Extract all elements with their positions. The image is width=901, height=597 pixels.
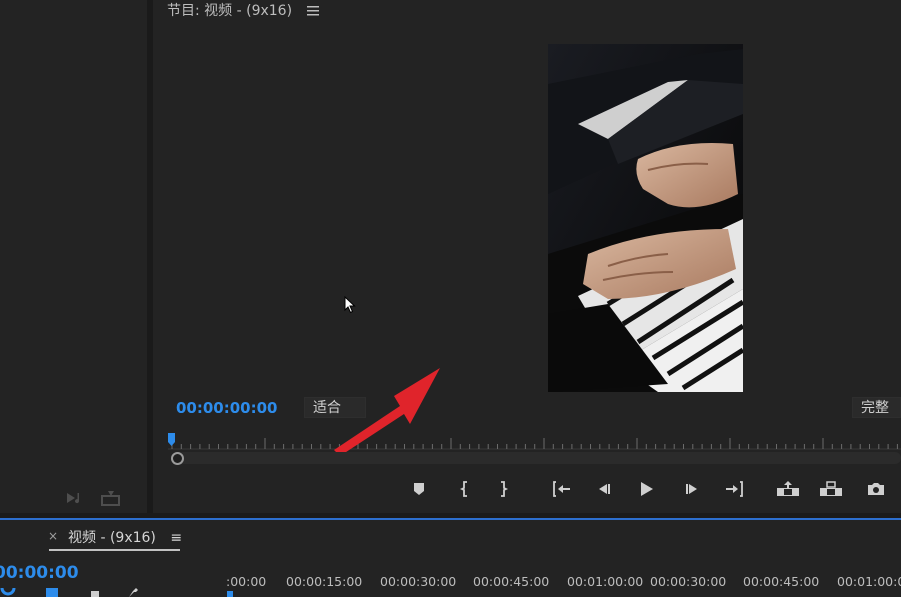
zoom-scroll-handle[interactable] — [171, 452, 184, 465]
tick-label: 00:00:45:00 — [743, 574, 820, 589]
mark-out-button[interactable] — [492, 478, 516, 500]
tick-label: 00:01:00:0 — [837, 574, 901, 589]
overwrite-icon[interactable] — [100, 490, 122, 506]
zoom-scroll-bar[interactable] — [172, 452, 901, 464]
camera-icon — [868, 483, 884, 495]
wrench-icon[interactable] — [125, 588, 139, 597]
extract-button[interactable] — [819, 478, 843, 500]
red-arrow-annotation-icon — [334, 368, 440, 452]
timeline-menu-icon[interactable]: ≡ — [170, 530, 182, 546]
go-to-out-button[interactable] — [722, 478, 746, 500]
mark-in-button[interactable] — [452, 478, 476, 500]
piano-video-frame — [548, 44, 743, 392]
step-back-icon — [599, 484, 610, 494]
tick-label: 00:01:00:00 — [567, 574, 644, 589]
project-panel — [0, 0, 147, 513]
playback-resolution-dropdown[interactable]: 完整 — [852, 397, 901, 418]
play-button[interactable] — [634, 478, 658, 500]
export-frame-button[interactable] — [864, 478, 888, 500]
linked-selection-icon[interactable] — [44, 588, 60, 597]
tick-label: 00:00:30:00 — [380, 574, 457, 589]
timeline-playhead[interactable] — [226, 588, 234, 597]
step-back-button[interactable] — [592, 478, 616, 500]
tick-label: 00:00:15:00 — [286, 574, 363, 589]
video-preview — [548, 44, 743, 392]
timeline-close-button[interactable]: × — [48, 529, 58, 543]
tick-label: 00:00:45:00 — [473, 574, 550, 589]
timeline-tab-label[interactable]: 视频 - (9x16) — [68, 530, 156, 546]
hamburger-menu-icon[interactable] — [307, 5, 319, 17]
lift-icon — [777, 481, 799, 496]
lift-button[interactable] — [776, 478, 800, 500]
add-marker-timeline-icon[interactable] — [89, 588, 101, 597]
step-forward-button[interactable] — [680, 478, 704, 500]
time-ruler[interactable] — [168, 432, 901, 450]
go-to-in-button[interactable] — [550, 478, 574, 500]
go-to-out-icon — [726, 481, 743, 497]
snap-icon[interactable] — [0, 588, 16, 597]
mouse-cursor-icon — [344, 296, 356, 314]
add-marker-button[interactable] — [407, 478, 431, 500]
marker-icon — [414, 483, 424, 495]
mark-in-icon — [459, 481, 467, 497]
timeline-tab-underline — [49, 549, 180, 551]
playhead-marker[interactable] — [168, 433, 175, 446]
tick-label: :00:00 — [226, 574, 267, 589]
monitor-title[interactable]: 节目: 视频 - (9x16) — [167, 0, 292, 22]
monitor-timecode[interactable]: 00:00:00:00 — [176, 399, 278, 417]
timeline-timecode[interactable]: 00:00:00 — [0, 563, 79, 583]
audio-insert-icon[interactable] — [65, 490, 87, 506]
tick-label: 00:00:30:00 — [650, 574, 727, 589]
step-forward-icon — [686, 484, 697, 494]
monitor-title-text[interactable]: 节目: 视频 - (9x16) — [167, 3, 292, 19]
mark-out-icon — [501, 481, 509, 497]
timeline-tab[interactable]: 视频 - (9x16) ≡ — [68, 527, 182, 547]
extract-icon — [820, 481, 842, 496]
go-to-in-icon — [553, 481, 570, 497]
play-icon — [641, 482, 653, 496]
